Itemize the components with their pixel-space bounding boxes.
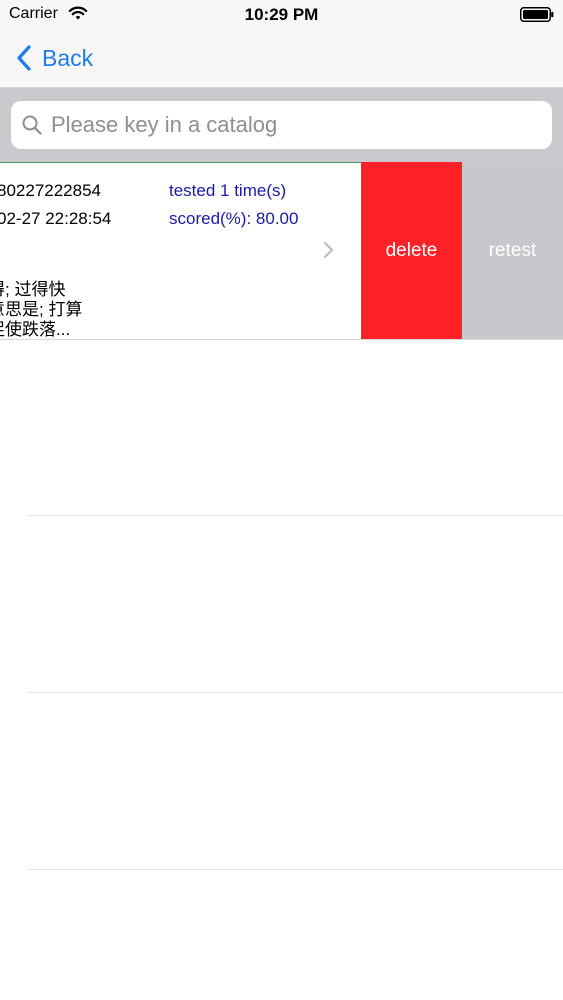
battery-icon [520,7,554,22]
status-time: 10:29 PM [244,5,319,24]
score-percent: scored(%): 80.00 [169,209,299,228]
search-input[interactable] [51,112,531,138]
row-separator [28,869,563,870]
search-icon [22,115,42,135]
retest-button[interactable]: retest [462,162,563,339]
row-separator [0,339,563,340]
delete-label: delete [385,239,438,261]
navigation-bar: Back [0,30,563,88]
row-separator [28,692,563,693]
status-bar: Carrier 10:29 PM [0,0,563,30]
record-description-line: 促使跌落... [0,320,71,339]
delete-button[interactable]: delete [361,162,462,339]
record-id: 80227222854 [0,181,102,200]
screen: Carrier 10:29 PM Back Please key in a ca… [0,0,563,1000]
search-bar [0,88,563,162]
back-button[interactable]: Back [14,40,93,76]
chevron-right-icon [324,242,333,258]
row-separator [28,515,563,516]
search-field[interactable] [11,101,552,149]
chevron-left-icon [17,45,31,71]
catalog-table: 80227222854 02-27 22:28:54 tested 1 time… [0,162,563,1000]
record-date: 02-27 22:28:54 [0,209,112,228]
back-label: Back [42,44,94,71]
retest-label: retest [488,239,537,261]
tested-count: tested 1 time(s) [169,181,287,200]
table-row[interactable]: 80227222854 02-27 22:28:54 tested 1 time… [0,162,361,339]
